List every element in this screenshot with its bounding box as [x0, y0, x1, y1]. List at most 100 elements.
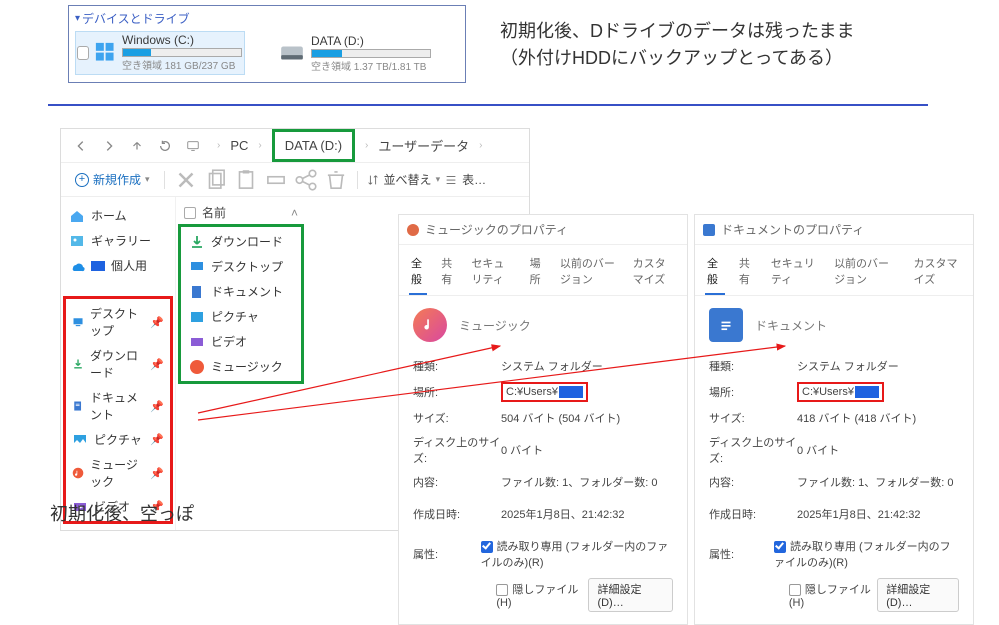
- readonly-checkbox[interactable]: [774, 541, 786, 553]
- monitor-icon[interactable]: [181, 134, 205, 158]
- tab-general[interactable]: 全般: [705, 251, 725, 295]
- row-hidden: 隠しファイル(H)詳細設定(D)…: [707, 574, 961, 616]
- sidebar-item-documents[interactable]: ドキュメント📌: [66, 385, 170, 427]
- sidebar-item-music[interactable]: ミュージック📌: [66, 452, 170, 494]
- properties-music: ミュージックのプロパティ 全般 共有 セキュリティ 場所 以前のバージョン カス…: [398, 214, 688, 625]
- sort-label: 並べ替え: [384, 171, 432, 188]
- chevron-down-icon: ▾: [75, 13, 80, 24]
- pin-icon: 📌: [150, 400, 164, 413]
- documents-icon: [189, 284, 205, 300]
- row-location: 場所:C:¥Users¥: [411, 378, 675, 406]
- devices-header[interactable]: ▾ デバイスとドライブ: [75, 10, 459, 27]
- rename-icon[interactable]: [263, 168, 289, 192]
- annotation-top: 初期化後、Dドライブのデータは残ったまま （外付けHDDにバックアップとってある…: [500, 18, 854, 72]
- music-title-icon: [407, 224, 419, 236]
- row-contents: 内容:ファイル数: 1、フォルダー数: 0: [411, 470, 675, 494]
- column-header-name[interactable]: 名前 ˄: [178, 201, 304, 224]
- pictures-icon: [72, 432, 88, 448]
- drive-c[interactable]: Windows (C:) 空き領域 181 GB/237 GB: [75, 31, 245, 75]
- sidebar-label: ホーム: [91, 207, 127, 224]
- properties-header: ミュージック: [399, 296, 687, 354]
- cut-icon[interactable]: [173, 168, 199, 192]
- sidebar-label: ギャラリー: [91, 232, 151, 249]
- sort-button[interactable]: 並べ替え▾: [366, 171, 441, 188]
- column-sort-icon: ˄: [291, 206, 298, 220]
- properties-header: ドキュメント: [695, 296, 973, 354]
- new-button[interactable]: +新規作成▾: [69, 167, 156, 192]
- sidebar-item-home[interactable]: ホーム: [63, 203, 173, 228]
- sidebar-label: ピクチャ: [94, 431, 142, 448]
- gallery-icon: [69, 233, 85, 249]
- annotation-top-line1: 初期化後、Dドライブのデータは残ったまま: [500, 18, 854, 45]
- music-big-icon: [413, 308, 447, 342]
- drive-c-checkbox[interactable]: [77, 46, 89, 60]
- tab-general[interactable]: 全般: [409, 251, 427, 295]
- redacted-user: [855, 386, 879, 398]
- breadcrumb-userdata[interactable]: ユーザーデータ: [378, 136, 469, 155]
- tab-customize[interactable]: カスタマイズ: [912, 251, 963, 295]
- folder-desktop[interactable]: デスクトップ: [183, 254, 299, 279]
- view-button[interactable]: 表…: [444, 171, 486, 188]
- hdd-drive-icon: [279, 40, 305, 66]
- details-button[interactable]: 詳細設定(D)…: [877, 578, 959, 612]
- tab-previous[interactable]: 以前のバージョン: [558, 251, 619, 295]
- hidden-checkbox[interactable]: [789, 584, 801, 596]
- tab-previous[interactable]: 以前のバージョン: [832, 251, 899, 295]
- share-icon[interactable]: [293, 168, 319, 192]
- up-button[interactable]: [125, 134, 149, 158]
- row-location: 場所:C:¥Users¥: [707, 378, 961, 406]
- row-attributes: 属性:読み取り専用 (フォルダー内のファイルのみ)(R): [411, 534, 675, 574]
- delete-icon[interactable]: [323, 168, 349, 192]
- row-disk: ディスク上のサイズ:0 バイト: [411, 430, 675, 470]
- properties-name: ドキュメント: [755, 317, 827, 334]
- readonly-checkbox[interactable]: [481, 541, 493, 553]
- folder-label: ドキュメント: [211, 283, 283, 300]
- folder-videos[interactable]: ビデオ: [183, 329, 299, 354]
- refresh-button[interactable]: [153, 134, 177, 158]
- music-icon: [189, 359, 205, 375]
- properties-tabs: 全般 共有 セキュリティ 場所 以前のバージョン カスタマイズ: [399, 245, 687, 296]
- breadcrumb-data-d[interactable]: DATA (D:): [272, 129, 355, 162]
- paste-icon[interactable]: [233, 168, 259, 192]
- tab-security[interactable]: セキュリティ: [469, 251, 515, 295]
- folder-pane: 名前 ˄ ダウンロード デスクトップ ドキュメント ピクチャ ビデオ ミュージッ…: [176, 197, 306, 530]
- breadcrumb-pc[interactable]: PC: [230, 138, 248, 153]
- plus-icon: +: [75, 173, 89, 187]
- sidebar-item-downloads[interactable]: ダウンロード📌: [66, 343, 170, 385]
- copy-icon[interactable]: [203, 168, 229, 192]
- tab-customize[interactable]: カスタマイズ: [631, 251, 677, 295]
- folder-documents[interactable]: ドキュメント: [183, 279, 299, 304]
- new-button-label: 新規作成: [93, 171, 141, 188]
- row-size: サイズ:418 バイト (418 バイト): [707, 406, 961, 430]
- pin-icon: 📌: [150, 316, 164, 329]
- properties-title-bar[interactable]: ドキュメントのプロパティ: [695, 215, 973, 245]
- sidebar-label: 個人用: [111, 257, 147, 274]
- tab-share[interactable]: 共有: [439, 251, 457, 295]
- location-highlight: C:¥Users¥: [797, 382, 884, 402]
- hidden-checkbox[interactable]: [496, 584, 508, 596]
- properties-title-bar[interactable]: ミュージックのプロパティ: [399, 215, 687, 245]
- folder-downloads[interactable]: ダウンロード: [183, 229, 299, 254]
- tab-security[interactable]: セキュリティ: [769, 251, 820, 295]
- breadcrumb-sep-icon: ›: [365, 140, 368, 151]
- folder-list-highlight: ダウンロード デスクトップ ドキュメント ピクチャ ビデオ ミュージック: [178, 224, 304, 384]
- folder-label: ビデオ: [211, 333, 247, 350]
- select-all-checkbox[interactable]: [184, 207, 196, 219]
- drive-d[interactable]: DATA (D:) 空き領域 1.37 TB/1.81 TB: [279, 31, 449, 75]
- drive-d-label: DATA (D:): [311, 34, 431, 48]
- drive-c-bar: [122, 48, 242, 57]
- sidebar-item-personal[interactable]: 個人用: [63, 253, 173, 278]
- forward-button[interactable]: [97, 134, 121, 158]
- sidebar-item-pictures[interactable]: ピクチャ📌: [66, 427, 170, 452]
- tab-share[interactable]: 共有: [737, 251, 757, 295]
- tab-location[interactable]: 場所: [528, 251, 546, 295]
- details-button[interactable]: 詳細設定(D)…: [588, 578, 673, 612]
- sidebar-item-desktop[interactable]: デスクトップ 📌: [66, 301, 170, 343]
- sidebar-label: デスクトップ: [90, 305, 144, 339]
- folder-label: ダウンロード: [211, 233, 283, 250]
- folder-pictures[interactable]: ピクチャ: [183, 304, 299, 329]
- sidebar-item-gallery[interactable]: ギャラリー: [63, 228, 173, 253]
- back-button[interactable]: [69, 134, 93, 158]
- folder-music[interactable]: ミュージック: [183, 354, 299, 379]
- row-kind: 種類:システム フォルダー: [707, 354, 961, 378]
